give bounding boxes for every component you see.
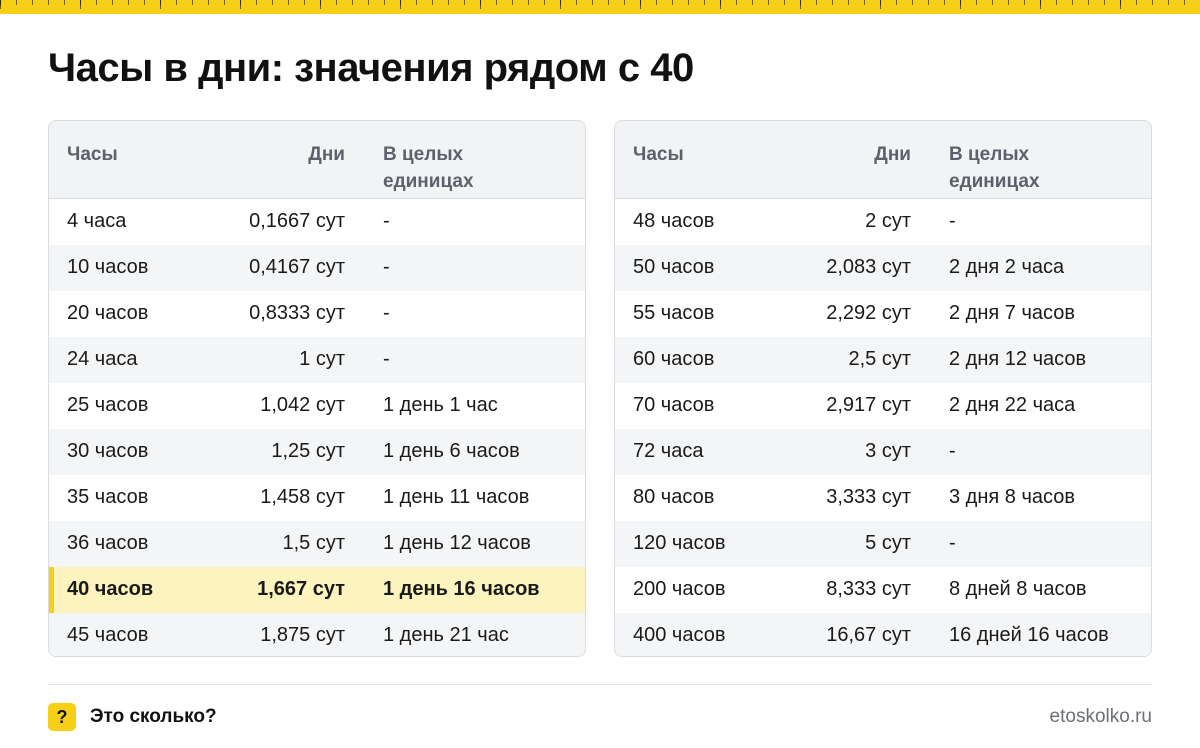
site-link[interactable]: etoskolko.ru (1050, 705, 1152, 729)
cell-hours: 24 часа (67, 348, 138, 370)
table-header: Часы Дни В целых единицах (49, 121, 585, 199)
cell-whole: 1 день 12 часов (383, 532, 531, 554)
cell-hours: 48 часов (633, 210, 715, 232)
table-row: 10 часов 0,4167 сут - (49, 245, 585, 291)
header-days: Дни (308, 144, 345, 165)
cell-whole: 16 дней 16 часов (949, 624, 1109, 646)
cell-days: 1,5 сут (282, 532, 345, 554)
cell-days: 3 сут (865, 440, 911, 462)
cell-days: 1 сут (299, 348, 345, 370)
header-days: Дни (874, 144, 911, 165)
table-header: Часы Дни В целых единицах (615, 121, 1151, 199)
cell-whole: 2 дня 22 часа (949, 394, 1076, 416)
cell-days: 1,042 сут (260, 394, 345, 416)
cell-whole: 1 день 16 часов (383, 578, 540, 600)
cell-whole: 2 дня 7 часов (949, 302, 1075, 324)
cell-whole: 2 дня 2 часа (949, 256, 1065, 278)
cell-hours: 400 часов (633, 624, 726, 646)
brand-name: Это сколько? (90, 706, 217, 727)
table-row-highlighted: 40 часов 1,667 сут 1 день 16 часов (49, 567, 585, 613)
cell-days: 2,5 сут (848, 348, 911, 370)
table-body: 48 часов 2 сут - 50 часов 2,083 сут 2 дн… (615, 199, 1151, 656)
header-hours: Часы (67, 144, 118, 165)
footer-divider (48, 684, 1152, 685)
question-mark-icon: ? (48, 703, 76, 731)
table-row: 30 часов 1,25 сут 1 день 6 часов (49, 429, 585, 475)
cell-whole: - (949, 532, 956, 554)
cell-whole: 3 дня 8 часов (949, 486, 1075, 508)
cell-hours: 10 часов (67, 256, 149, 278)
ruler-strip (0, 0, 1200, 14)
cell-days: 0,4167 сут (249, 256, 345, 278)
cell-days: 2,292 сут (826, 302, 911, 324)
cell-whole: - (383, 302, 390, 324)
cell-hours: 40 часов (67, 578, 154, 600)
table-right: Часы Дни В целых единицах 48 часов 2 сут… (614, 120, 1152, 657)
cell-days: 2,083 сут (826, 256, 911, 278)
cell-whole: - (949, 440, 956, 462)
table-row: 200 часов 8,333 сут 8 дней 8 часов (615, 567, 1151, 613)
table-row: 72 часа 3 сут - (615, 429, 1151, 475)
cell-hours: 60 часов (633, 348, 715, 370)
cell-hours: 200 часов (633, 578, 726, 600)
table-row: 35 часов 1,458 сут 1 день 11 часов (49, 475, 585, 521)
table-row: 4 часа 0,1667 сут - (49, 199, 585, 245)
cell-hours: 80 часов (633, 486, 715, 508)
cell-hours: 45 часов (67, 624, 149, 646)
header-whole-units: В целых единицах (383, 144, 474, 192)
table-row: 48 часов 2 сут - (615, 199, 1151, 245)
cell-hours: 4 часа (67, 210, 127, 232)
cell-whole: 1 день 1 час (383, 394, 498, 416)
cell-whole: 8 дней 8 часов (949, 578, 1087, 600)
table-row: 24 часа 1 сут - (49, 337, 585, 383)
cell-whole: 2 дня 12 часов (949, 348, 1087, 370)
page-title: Часы в дни: значения рядом с 40 (48, 46, 694, 90)
cell-hours: 25 часов (67, 394, 149, 416)
table-row: 25 часов 1,042 сут 1 день 1 час (49, 383, 585, 429)
cell-days: 1,875 сут (260, 624, 345, 646)
cell-hours: 36 часов (67, 532, 149, 554)
cell-days: 8,333 сут (826, 578, 911, 600)
cell-days: 0,8333 сут (249, 302, 345, 324)
header-whole-units: В целых единицах (949, 144, 1040, 192)
cell-days: 2 сут (865, 210, 911, 232)
table-row: 80 часов 3,333 сут 3 дня 8 часов (615, 475, 1151, 521)
header-hours: Часы (633, 144, 684, 165)
cell-days: 16,67 сут (826, 624, 911, 646)
cell-days: 5 сут (865, 532, 911, 554)
cell-whole: - (383, 256, 390, 278)
cell-whole: 1 день 6 часов (383, 440, 520, 462)
table-left: Часы Дни В целых единицах 4 часа 0,1667 … (48, 120, 586, 657)
table-row: 55 часов 2,292 сут 2 дня 7 часов (615, 291, 1151, 337)
table-row: 50 часов 2,083 сут 2 дня 2 часа (615, 245, 1151, 291)
table-row: 45 часов 1,875 сут 1 день 21 час (49, 613, 585, 656)
cell-days: 3,333 сут (826, 486, 911, 508)
cell-days: 2,917 сут (826, 394, 911, 416)
cell-hours: 30 часов (67, 440, 149, 462)
cell-days: 0,1667 сут (249, 210, 345, 232)
cell-whole: - (949, 210, 956, 232)
table-row: 400 часов 16,67 сут 16 дней 16 часов (615, 613, 1151, 656)
cell-hours: 50 часов (633, 256, 715, 278)
cell-hours: 120 часов (633, 532, 726, 554)
cell-hours: 55 часов (633, 302, 715, 324)
table-row: 20 часов 0,8333 сут - (49, 291, 585, 337)
cell-days: 1,667 сут (257, 578, 345, 600)
cell-whole: - (383, 348, 390, 370)
table-row: 36 часов 1,5 сут 1 день 12 часов (49, 521, 585, 567)
table-body: 4 часа 0,1667 сут - 10 часов 0,4167 сут … (49, 199, 585, 656)
cell-whole: - (383, 210, 390, 232)
cell-days: 1,25 сут (271, 440, 345, 462)
cell-hours: 35 часов (67, 486, 149, 508)
table-row: 120 часов 5 сут - (615, 521, 1151, 567)
cell-hours: 20 часов (67, 302, 149, 324)
cell-hours: 70 часов (633, 394, 715, 416)
cell-hours: 72 часа (633, 440, 704, 462)
table-row: 70 часов 2,917 сут 2 дня 22 часа (615, 383, 1151, 429)
cell-whole: 1 день 11 часов (383, 486, 530, 508)
table-row: 60 часов 2,5 сут 2 дня 12 часов (615, 337, 1151, 383)
cell-days: 1,458 сут (260, 486, 345, 508)
cell-whole: 1 день 21 час (383, 624, 509, 646)
